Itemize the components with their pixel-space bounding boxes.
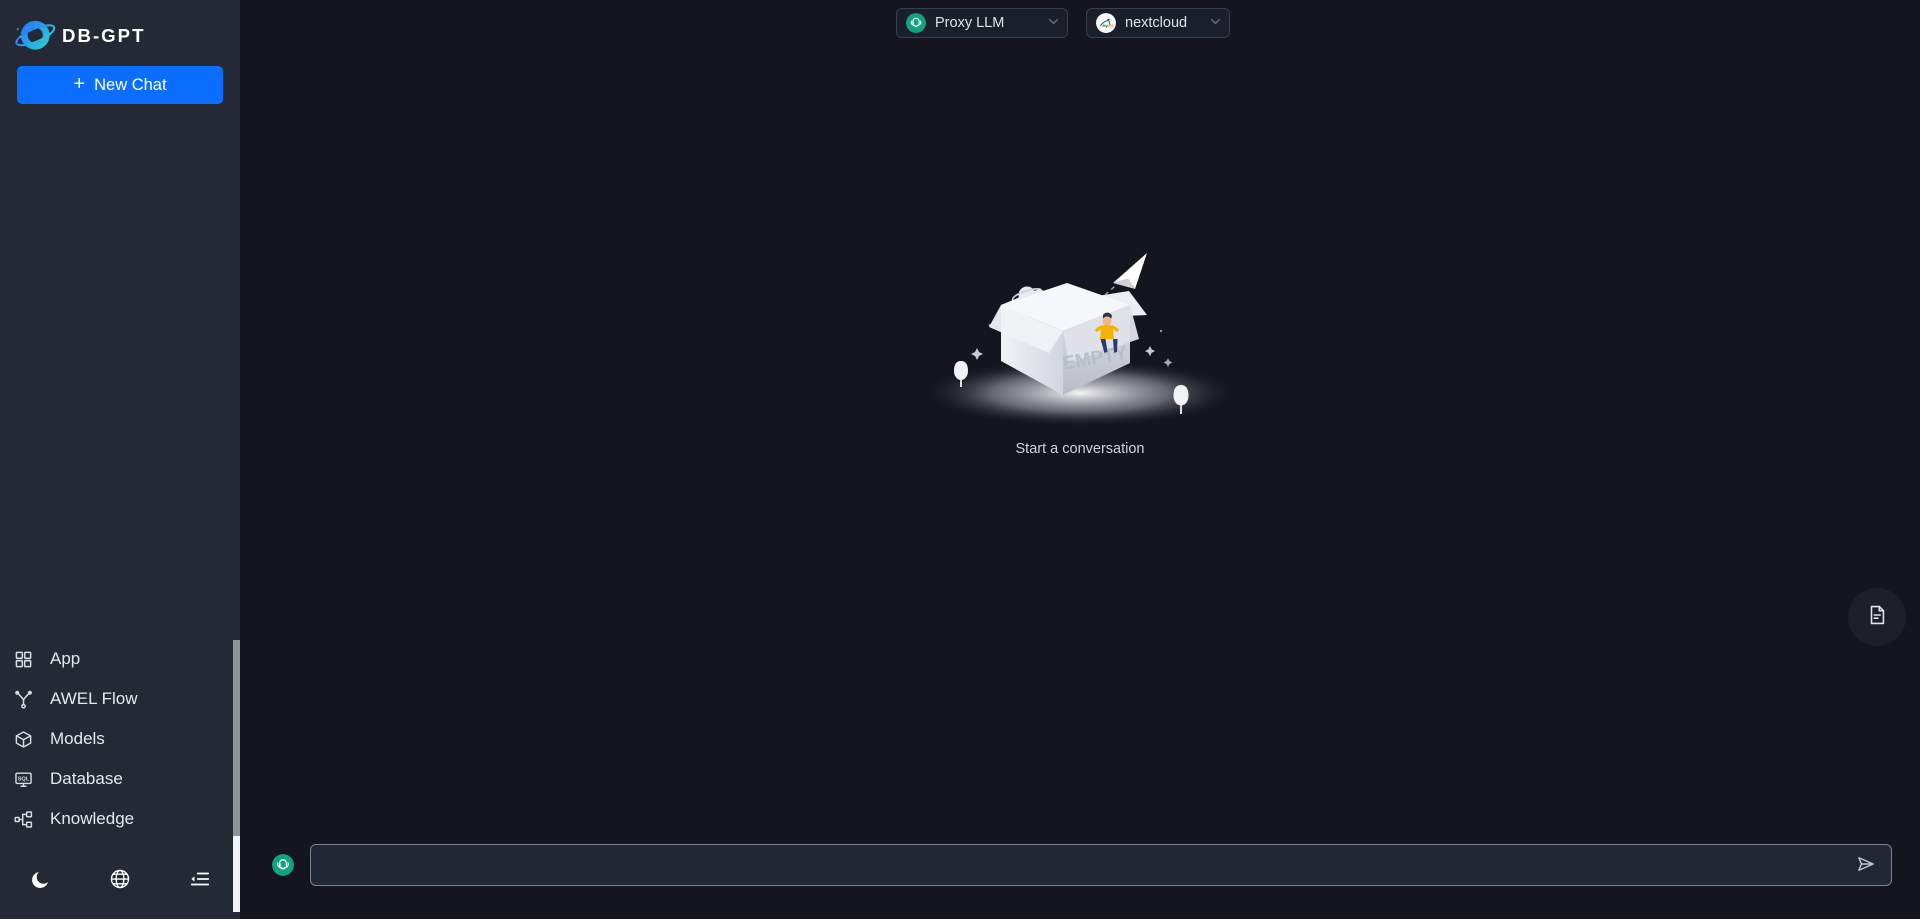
model-select[interactable]: Proxy LLM	[896, 8, 1068, 38]
sidebar-scrollbar[interactable]	[233, 0, 240, 919]
db-gpt-wordmark: DB-GPT	[62, 25, 146, 46]
sidebar-item-database[interactable]: SQL Database	[0, 759, 240, 799]
send-button[interactable]	[1851, 850, 1881, 880]
scrollbar-track-lower	[233, 836, 240, 912]
svg-text:SQL: SQL	[18, 776, 30, 782]
sidebar-item-label: Knowledge	[50, 809, 135, 828]
empty-state-caption: Start a conversation	[1015, 441, 1145, 457]
svg-text:SQL: SQL	[1107, 24, 1115, 28]
sidebar-item-awel-flow[interactable]: AWEL Flow	[0, 679, 240, 719]
main-content: Proxy LLM My SQL nextcloud EMPTY Start a…	[240, 0, 1920, 919]
sidebar: DB-GPT + New Chat App AWEL Flow Models S…	[0, 0, 240, 919]
new-chat-label: New Chat	[94, 75, 167, 94]
top-selectors: Proxy LLM My SQL nextcloud	[896, 8, 1230, 38]
app-root: DB-GPT + New Chat App AWEL Flow Models S…	[0, 0, 1920, 919]
openai-logo-icon	[906, 13, 926, 33]
sidebar-nav: App AWEL Flow Models SQL Database Knowle…	[0, 639, 240, 845]
scrollbar-thumb[interactable]	[233, 640, 240, 836]
brand-logo-area[interactable]: DB-GPT	[0, 0, 240, 58]
moon-icon	[30, 869, 51, 890]
chevron-down-icon	[1209, 15, 1222, 32]
empty-box-illustration: EMPTY	[920, 253, 1240, 427]
sidebar-item-label: AWEL Flow	[50, 689, 138, 708]
sidebar-item-label: Database	[50, 769, 123, 788]
sidebar-item-label: Models	[50, 729, 105, 748]
sidebar-item-models[interactable]: Models	[0, 719, 240, 759]
new-chat-button[interactable]: + New Chat	[17, 66, 223, 104]
plus-icon: +	[73, 73, 86, 95]
empty-state: EMPTY Start a conversation	[870, 243, 1290, 457]
database-select-value: nextcloud	[1125, 15, 1188, 31]
document-button[interactable]	[1848, 588, 1906, 646]
chevron-down-icon	[1047, 15, 1060, 32]
globe-icon	[109, 868, 131, 890]
flow-branch-icon	[14, 690, 33, 709]
db-gpt-planet-icon	[15, 20, 56, 50]
sidebar-item-knowledge[interactable]: Knowledge	[0, 799, 240, 839]
sidebar-item-app[interactable]: App	[0, 639, 240, 679]
database-sql-icon: SQL	[14, 770, 33, 789]
grid-icon	[14, 650, 33, 669]
model-select-value: Proxy LLM	[935, 15, 1005, 31]
svg-text:DB-GPT: DB-GPT	[62, 25, 146, 46]
database-select[interactable]: My SQL nextcloud	[1086, 8, 1230, 38]
chat-input[interactable]	[325, 845, 1851, 885]
sidebar-bottom-bar	[0, 845, 240, 919]
knowledge-graph-icon	[14, 810, 33, 829]
cube-icon	[14, 730, 33, 749]
sidebar-item-label: App	[50, 649, 81, 668]
openai-logo-icon	[272, 854, 294, 876]
chat-input-container[interactable]	[310, 844, 1892, 886]
chat-input-dock	[240, 833, 1920, 919]
menu-fold-icon	[189, 868, 211, 890]
send-plane-icon	[1856, 854, 1876, 877]
document-icon	[1866, 604, 1888, 631]
mysql-logo-icon: My SQL	[1096, 13, 1116, 33]
collapse-sidebar[interactable]	[160, 868, 240, 890]
language-switcher[interactable]	[80, 868, 160, 890]
dark-mode-toggle[interactable]	[0, 869, 80, 890]
